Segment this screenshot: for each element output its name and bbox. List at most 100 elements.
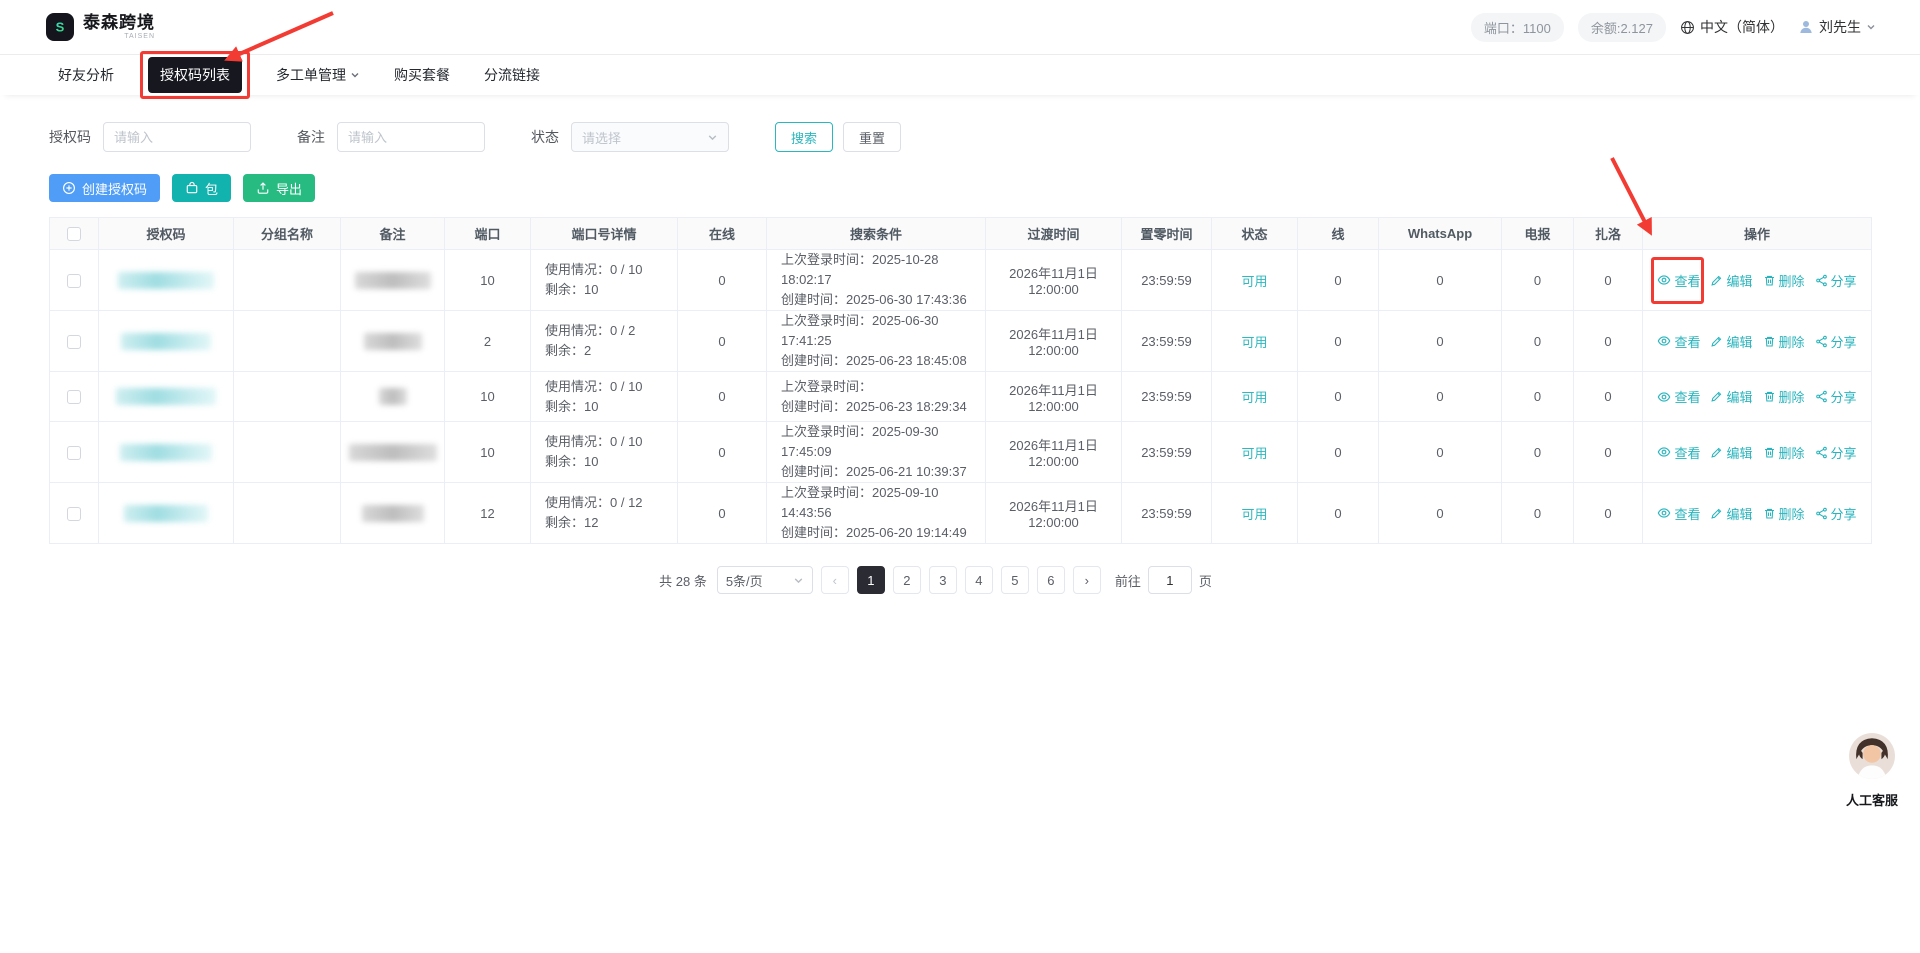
port-detail-line: 剩余：10 [545,397,677,417]
nav-item-购买套餐[interactable]: 购买套餐 [394,65,450,85]
delete-action-link[interactable]: 删除 [1763,504,1805,523]
create-auth-code-button[interactable]: 创建授权码 [49,174,160,202]
view-action-link[interactable]: 查看 [1657,332,1700,351]
actions-cell: 查看编辑 删除分享 [1643,311,1872,372]
plus-circle-icon [62,181,76,195]
page-button-5[interactable]: 5 [1001,566,1029,594]
share-action-link[interactable]: 分享 [1815,271,1857,290]
delete-icon [1763,390,1776,403]
edit-action-link[interactable]: 编辑 [1710,387,1752,406]
search-condition-line: 上次登录时间：2025-09-10 14:43:56 [781,483,985,523]
status-badge: 可用 [1241,274,1267,289]
delete-action-link[interactable]: 删除 [1763,332,1805,351]
zalo-cell: 0 [1574,372,1643,422]
goto-page-input[interactable] [1148,566,1192,594]
auth-code-input[interactable] [103,122,251,152]
reset-button[interactable]: 重置 [843,122,901,152]
column-header: 在线 [678,218,767,250]
column-header: 备注 [341,218,445,250]
remark-redacted [355,272,431,289]
view-action-link[interactable]: 查看 [1657,387,1700,406]
auth-code-redacted [116,388,216,405]
telegram-cell: 0 [1502,372,1574,422]
zero-time-cell: 23:59:59 [1122,483,1212,544]
view-action-link[interactable]: 查看 [1657,443,1700,462]
whatsapp-cell: 0 [1379,422,1502,483]
top-header: S 泰森跨境 TAISEN 端口：1100 余额:2.127 中文（简体） [0,0,1920,55]
group-name-cell [234,372,341,422]
search-condition-line: 上次登录时间： [781,377,985,397]
group-name-cell [234,422,341,483]
edit-action-link[interactable]: 编辑 [1710,332,1752,351]
table-row: 10使用情况：0 / 10剩余：100上次登录时间：2025-09-30 17:… [50,422,1872,483]
view-action-link[interactable]: 查看 [1657,271,1700,290]
chevron-down-icon [707,132,718,143]
telegram-cell: 0 [1502,483,1574,544]
port-detail-line: 剩余：10 [545,452,677,472]
page-button-4[interactable]: 4 [965,566,993,594]
remark-cell [341,422,445,483]
port-detail-line: 使用情况：0 / 10 [545,432,677,452]
search-condition-line: 创建时间：2025-06-23 18:29:34 [781,397,985,417]
remark-cell [341,372,445,422]
row-actions: 查看编辑删除 分享 [1643,504,1871,523]
share-action-link[interactable]: 分享 [1815,387,1857,406]
share-action-link[interactable]: 分享 [1815,443,1857,462]
nav-item-分流链接[interactable]: 分流链接 [484,65,540,85]
status-badge: 可用 [1241,507,1267,522]
search-condition-line: 上次登录时间：2025-09-30 17:45:09 [781,422,985,462]
telegram-cell: 0 [1502,311,1574,372]
view-action-link[interactable]: 查看 [1657,504,1700,523]
group-name-cell [234,483,341,544]
actions-cell: 查看编辑删除分享 [1643,250,1872,311]
row-actions: 查看编辑删除分享 [1643,387,1871,406]
nav-item-授权码列表[interactable]: 授权码列表 [148,57,242,93]
nav-item-好友分析[interactable]: 好友分析 [58,65,114,85]
page-size-select[interactable]: 5条/页 [717,566,813,594]
status-label: 状态 [531,127,559,147]
remark-redacted [379,388,407,405]
filter-status: 状态 请选择 [531,122,729,152]
prev-page-button[interactable]: ‹ [821,566,849,594]
delete-action-link[interactable]: 删除 [1763,387,1805,406]
row-checkbox[interactable] [67,390,81,404]
remark-input[interactable] [337,122,485,152]
language-switcher[interactable]: 中文（简体） [1680,17,1784,37]
column-header: 线 [1298,218,1379,250]
edit-action-link[interactable]: 编辑 [1710,271,1752,290]
auth-code-redacted [121,333,211,350]
package-button[interactable]: 包 [172,174,231,202]
page-button-2[interactable]: 2 [893,566,921,594]
export-button[interactable]: 导出 [243,174,315,202]
share-action-link[interactable]: 分享 [1815,504,1857,523]
status-select[interactable]: 请选择 [571,122,729,152]
view-icon [1657,334,1671,348]
share-action-label: 分享 [1831,443,1857,462]
share-action-label: 分享 [1831,504,1857,523]
port-detail-line: 剩余：2 [545,341,677,361]
nav-item-多工单管理[interactable]: 多工单管理 [276,65,360,85]
column-header: WhatsApp [1379,218,1502,250]
row-checkbox[interactable] [67,507,81,521]
page-button-1[interactable]: 1 [857,566,885,594]
globe-icon [1680,20,1695,35]
user-menu[interactable]: 刘先生 [1798,17,1876,37]
table-body: 10使用情况：0 / 10剩余：100上次登录时间：2025-10-28 18:… [50,250,1872,544]
share-action-link[interactable]: 分享 [1815,332,1857,351]
row-checkbox[interactable] [67,335,81,349]
row-select-cell [50,422,99,483]
edit-action-link[interactable]: 编辑 [1710,504,1752,523]
delete-action-link[interactable]: 删除 [1763,443,1805,462]
row-checkbox[interactable] [67,446,81,460]
select-all-checkbox[interactable] [67,227,81,241]
view-icon [1657,390,1671,404]
search-button[interactable]: 搜索 [775,122,833,152]
page-button-3[interactable]: 3 [929,566,957,594]
edit-action-link[interactable]: 编辑 [1710,443,1752,462]
row-checkbox[interactable] [67,274,81,288]
page-button-6[interactable]: 6 [1037,566,1065,594]
delete-action-label: 删除 [1779,332,1805,351]
customer-service-widget[interactable]: 人工客服 [1844,733,1900,809]
next-page-button[interactable]: › [1073,566,1101,594]
delete-action-link[interactable]: 删除 [1763,271,1805,290]
